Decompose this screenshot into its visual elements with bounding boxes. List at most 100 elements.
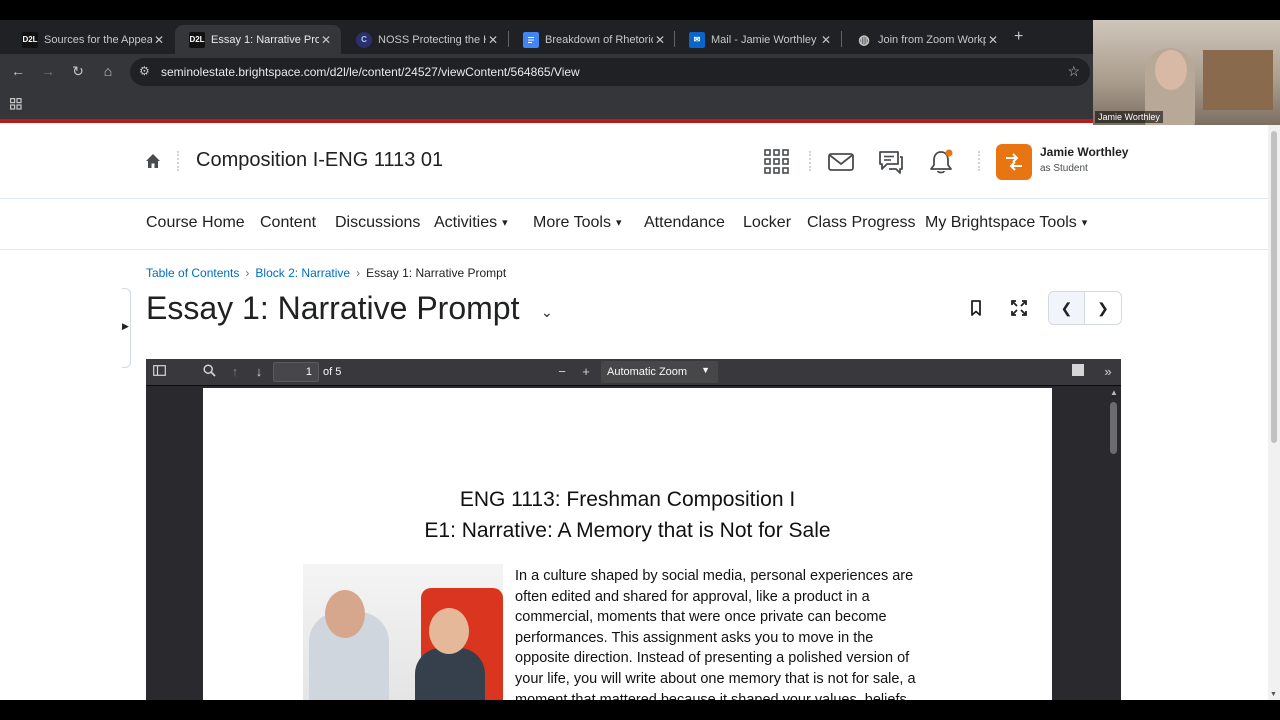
nav-item-locker[interactable]: Locker [743, 214, 791, 232]
chevron-down-icon[interactable]: ⌄ [541, 304, 553, 321]
nav-item-more-tools[interactable]: More Tools ▾ [533, 214, 622, 232]
waffle-icon[interactable] [764, 149, 790, 175]
page-scrollbar-thumb[interactable] [1271, 131, 1277, 443]
breadcrumb-link[interactable]: Block 2: Narrative [255, 266, 350, 280]
document-body: In a culture shaped by social media, per… [515, 566, 955, 700]
pdf-scrollbar[interactable]: ▲ [1107, 386, 1121, 700]
body-line: performances. This assignment asks you t… [515, 629, 874, 646]
avatar[interactable] [996, 144, 1032, 180]
browser-tab[interactable]: D2L Sources for the Appeara ✕ [8, 25, 174, 54]
browser-tab[interactable]: Breakdown of Rhetorica ✕ [509, 25, 675, 54]
home-icon[interactable] [145, 153, 161, 169]
chat-icon[interactable] [878, 149, 904, 175]
bookmark-star-icon[interactable]: ☆ [1067, 63, 1080, 80]
breadcrumb: Table of Contents › Block 2: Narrative › Ess… [146, 266, 506, 280]
bookmark-icon[interactable] [968, 299, 984, 317]
zoom-out-icon[interactable]: − [553, 364, 571, 379]
close-tab-icon[interactable]: ✕ [986, 33, 1000, 47]
toc-panel-toggle[interactable]: ▶ [122, 288, 131, 368]
reload-icon[interactable]: ↻ [69, 63, 87, 80]
pdf-scrollbar-thumb[interactable] [1110, 402, 1117, 454]
search-icon[interactable] [200, 364, 218, 380]
outlook-favicon-icon: ✉ [689, 31, 705, 48]
address-bar[interactable]: ⚙ seminolestate.brightspace.com/d2l/le/c… [130, 58, 1090, 86]
next-page-icon[interactable]: ↓ [250, 364, 268, 379]
screen: D2L Sources for the Appeara ✕ D2L Essay … [0, 20, 1280, 700]
sidebar-toggle-icon[interactable] [150, 364, 168, 379]
chevron-right-icon: ▶ [122, 321, 129, 331]
document-heading: ENG 1113: Freshman Composition I [459, 488, 796, 511]
nav-item-content[interactable]: Content [260, 214, 316, 232]
body-line: commercial, moments that were once priva… [515, 609, 887, 626]
header-divider [177, 151, 179, 171]
notification-dot [945, 149, 953, 157]
tab-title: Essay 1: Narrative Promp [211, 33, 319, 46]
breadcrumb-current: Essay 1: Narrative Prompt [366, 266, 507, 280]
next-topic-button[interactable]: ❯ [1085, 292, 1121, 324]
forward-icon[interactable]: → [39, 63, 57, 79]
breadcrumb-link[interactable]: Table of Contents [146, 266, 239, 280]
nav-item-label: Locker [743, 214, 792, 231]
header-divider [978, 151, 980, 171]
scroll-up-icon[interactable]: ▲ [1110, 388, 1118, 397]
scroll-down-icon[interactable]: ▼ [1270, 691, 1277, 698]
site-settings-icon[interactable]: ⚙ [139, 64, 150, 78]
zoom-in-icon[interactable]: + [577, 364, 595, 379]
nav-item-my-brightspace-tools[interactable]: My Brightspace Tools ▾ [925, 214, 1087, 232]
body-line: your life, you will write about one memo… [515, 670, 916, 687]
nav-item-course-home[interactable]: Course Home [146, 214, 245, 232]
body-line: often edited and shared for approval, li… [515, 588, 870, 605]
zoom-video-tile[interactable]: Jamie Worthley [1093, 20, 1280, 125]
close-tab-icon[interactable]: ✕ [152, 33, 166, 47]
back-icon[interactable]: ← [9, 63, 27, 79]
tab-title: Breakdown of Rhetorica [545, 33, 653, 46]
pdf-toolbar: ↑ ↓ 1 of 5 − + Automatic Zoom ▼ » [146, 359, 1121, 386]
apps-grid-icon[interactable] [10, 98, 22, 113]
breadcrumb-separator-icon: › [356, 266, 361, 280]
close-tab-icon[interactable]: ✕ [486, 33, 500, 47]
tab-title: Mail - Jamie Worthley - [711, 33, 819, 46]
document-photo [303, 564, 503, 700]
course-title[interactable]: Composition I-ENG 1113 01 [196, 149, 443, 172]
nav-item-label: Class Progress [807, 214, 916, 231]
user-name[interactable]: Jamie Worthley [1040, 145, 1128, 159]
body-line: opposite direction. Instead of presentin… [515, 650, 910, 667]
browser-tab[interactable]: C NOSS Protecting the He ✕ [342, 25, 508, 54]
close-tab-icon[interactable]: ✕ [319, 33, 333, 47]
document-subheading: E1: Narrative: A Memory that is Not for … [424, 519, 831, 542]
browser-tab[interactable]: ◍ Join from Zoom Workpl ✕ [842, 25, 1008, 54]
nav-item-label: Discussions [335, 214, 421, 231]
page-scrollbar[interactable]: ▼ [1268, 123, 1280, 700]
course-navbar: Course Home Content Discussions Activiti… [0, 200, 1268, 250]
topic-pager: ❮ ❯ [1048, 291, 1122, 325]
presentation-icon[interactable] [1069, 364, 1087, 379]
tools-icon[interactable]: » [1099, 364, 1117, 379]
previous-topic-button[interactable]: ❮ [1049, 292, 1085, 324]
nav-item-activities[interactable]: Activities ▾ [434, 214, 508, 232]
tab-title: Join from Zoom Workpl [878, 33, 986, 46]
zoom-select[interactable]: Automatic Zoom ▼ [601, 361, 718, 383]
page-number-input[interactable]: 1 [273, 362, 319, 382]
fullscreen-icon[interactable] [1011, 299, 1027, 317]
home-icon[interactable]: ⌂ [99, 63, 117, 79]
chevron-right-icon: ❯ [1097, 299, 1109, 316]
close-tab-icon[interactable]: ✕ [819, 33, 833, 47]
body-line: moment that mattered because it shaped y… [515, 691, 911, 700]
new-tab-icon[interactable]: + [1014, 28, 1023, 46]
browser-tab-active[interactable]: D2L Essay 1: Narrative Promp ✕ [175, 25, 341, 54]
bell-icon[interactable] [928, 149, 954, 175]
nav-item-discussions[interactable]: Discussions [335, 214, 420, 232]
browser-tab[interactable]: ✉ Mail - Jamie Worthley - ✕ [675, 25, 841, 54]
nav-item-label: My Brightspace Tools [925, 214, 1077, 231]
prev-page-icon[interactable]: ↑ [226, 364, 244, 379]
participant-name: Jamie Worthley [1095, 111, 1163, 123]
mail-icon[interactable] [828, 149, 854, 175]
nav-item-attendance[interactable]: Attendance [644, 214, 725, 232]
nav-item-label: Activities [434, 214, 498, 231]
body-line: In a culture shaped by social media, per… [515, 568, 914, 584]
url-text[interactable]: seminolestate.brightspace.com/d2l/le/con… [161, 65, 580, 79]
nav-item-class-progress[interactable]: Class Progress [807, 214, 915, 232]
browser-tab-strip: D2L Sources for the Appeara ✕ D2L Essay … [0, 20, 1280, 54]
chevron-down-icon: ▾ [1081, 217, 1088, 229]
close-tab-icon[interactable]: ✕ [653, 33, 667, 47]
